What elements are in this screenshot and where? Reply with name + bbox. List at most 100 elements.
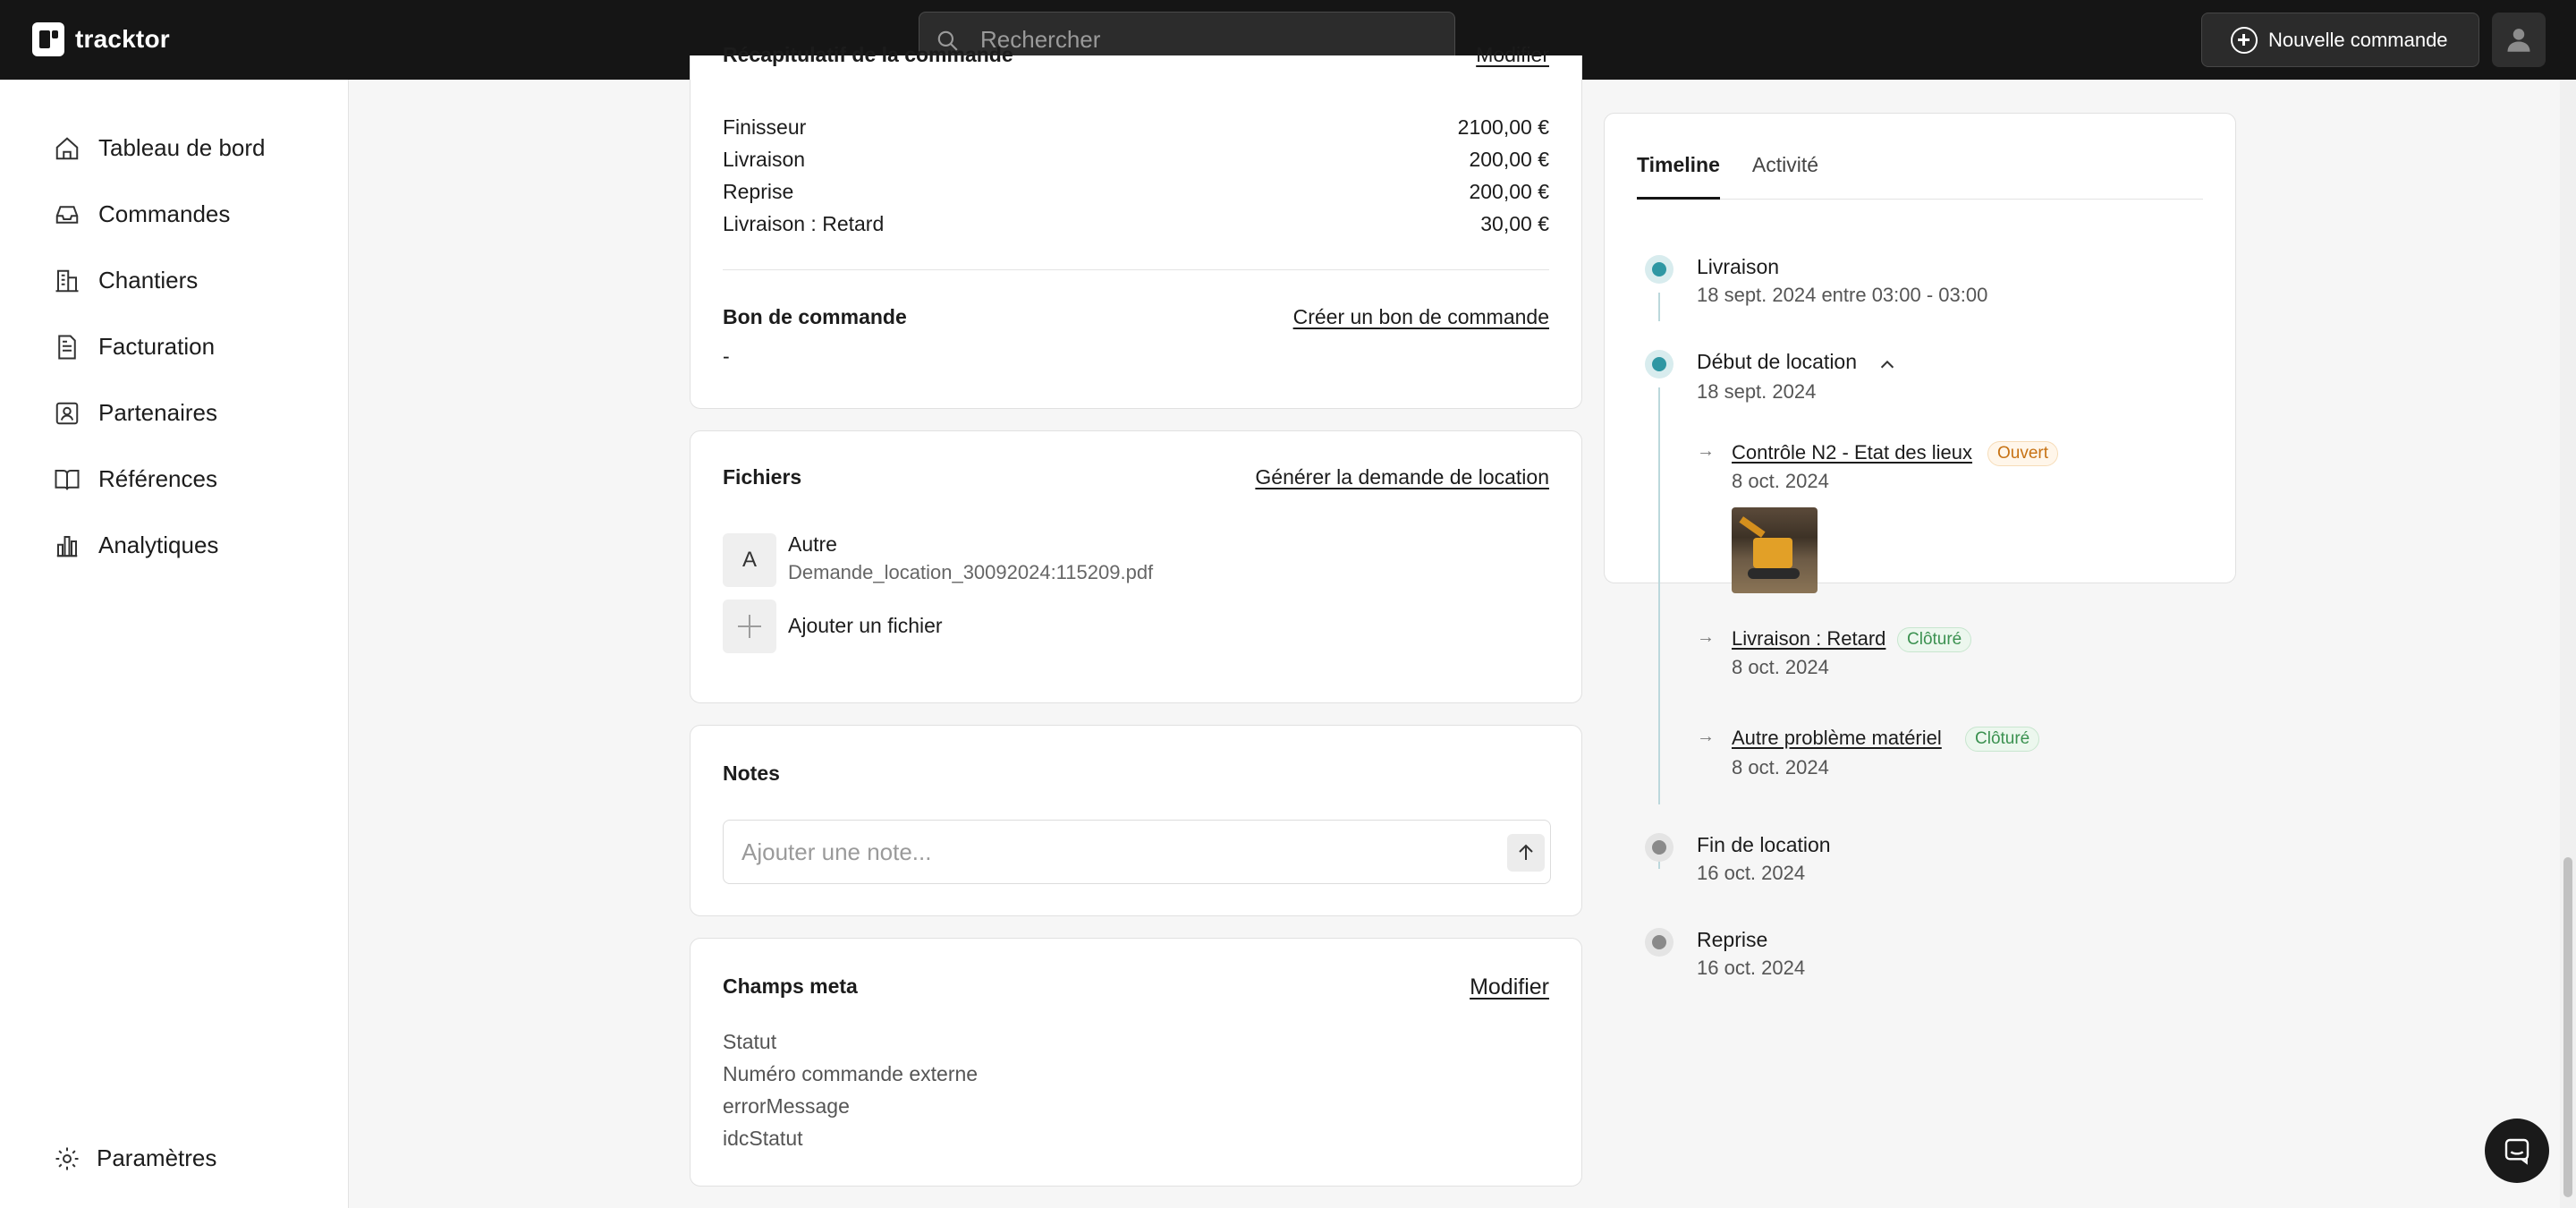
sub-event-link[interactable]: Livraison : Retard bbox=[1732, 627, 1885, 651]
generate-rental-request-link[interactable]: Générer la demande de location bbox=[1255, 465, 1549, 489]
event-title: Fin de location bbox=[1697, 833, 1831, 856]
sub-event-date: 8 oct. 2024 bbox=[1732, 756, 1829, 778]
summary-line-label: Livraison : Retard bbox=[723, 212, 885, 235]
inspection-photo[interactable] bbox=[1732, 507, 1818, 593]
event-date: 18 sept. 2024 bbox=[1697, 380, 1817, 403]
order-summary-title: Récapitulatif de la commande bbox=[723, 43, 1013, 66]
sidebar-item-references[interactable]: Références bbox=[54, 463, 265, 496]
timeline-dot bbox=[1645, 928, 1674, 957]
notes-header: Notes bbox=[723, 761, 1549, 786]
sidebar-item-billing[interactable]: Facturation bbox=[54, 330, 265, 363]
meta-field-label: errorMessage bbox=[723, 1094, 850, 1118]
meta-field: idcStatut bbox=[723, 1127, 1549, 1151]
inbox-icon bbox=[55, 205, 79, 224]
logo[interactable]: tracktor bbox=[32, 22, 170, 56]
chat-icon bbox=[2504, 1138, 2529, 1165]
sidebar-item-analytics[interactable]: Analytiques bbox=[54, 529, 265, 562]
purchase-order-header: Bon de commande Créer un bon de commande bbox=[723, 305, 1549, 329]
purchase-order-value: - bbox=[723, 345, 730, 368]
sidebar-nav: Tableau de bord Commandes Chantiers Fact… bbox=[54, 132, 265, 562]
files-header: Fichiers Générer la demande de location bbox=[723, 465, 1549, 489]
logo-icon bbox=[32, 22, 64, 56]
file-initial: A bbox=[741, 548, 757, 572]
sub-event-link[interactable]: Contrôle N2 - Etat des lieux bbox=[1732, 441, 1972, 464]
meta-field-label: Numéro commande externe bbox=[723, 1062, 979, 1085]
add-file-button[interactable] bbox=[723, 600, 776, 653]
meta-header: Champs meta Modifier bbox=[723, 974, 1549, 1000]
status-badge: Ouvert bbox=[1987, 441, 2059, 466]
plus-circle-icon bbox=[2231, 26, 2258, 54]
sidebar: Tableau de bord Commandes Chantiers Fact… bbox=[0, 80, 349, 1208]
summary-line-amount: 2100,00 € bbox=[1457, 115, 1549, 139]
event-title: Reprise bbox=[1697, 928, 1768, 951]
arrow-right-icon: → bbox=[1697, 727, 1715, 746]
purchase-order-value-row: - bbox=[723, 345, 1549, 369]
note-input[interactable] bbox=[741, 821, 1493, 883]
gear-icon bbox=[55, 1147, 79, 1170]
sidebar-item-sites[interactable]: Chantiers bbox=[54, 264, 265, 297]
add-file-label[interactable]: Ajouter un fichier bbox=[788, 614, 943, 638]
sidebar-item-label: Analytiques bbox=[98, 532, 219, 558]
summary-line-label: Reprise bbox=[723, 180, 794, 203]
divider bbox=[723, 269, 1549, 270]
summary-line: Reprise 200,00 € bbox=[723, 180, 1549, 204]
summary-line: Livraison : Retard 30,00 € bbox=[723, 212, 1549, 236]
sidebar-item-label: Références bbox=[98, 465, 217, 492]
send-note-button[interactable] bbox=[1507, 834, 1545, 872]
edit-summary-link[interactable]: Modifier bbox=[1476, 43, 1549, 70]
sub-event-link[interactable]: Autre problème matériel bbox=[1732, 727, 1942, 750]
file-type: Autre bbox=[788, 532, 837, 556]
event-title: Livraison bbox=[1697, 255, 1780, 278]
user-icon bbox=[2507, 29, 2530, 52]
summary-line-label: Finisseur bbox=[723, 115, 807, 139]
status-badge: Clôturé bbox=[1897, 627, 1972, 652]
edit-meta-link[interactable]: Modifier bbox=[1470, 974, 1549, 1000]
arrow-right-icon: → bbox=[1697, 627, 1715, 647]
meta-field: Numéro commande externe bbox=[723, 1062, 1549, 1086]
meta-fields-card: Champs meta Modifier Statut Numéro comma… bbox=[690, 938, 1582, 1187]
chart-icon bbox=[56, 535, 78, 557]
home-icon bbox=[55, 136, 79, 159]
arrow-up-icon bbox=[1519, 844, 1533, 860]
sub-event-date: 8 oct. 2024 bbox=[1732, 656, 1829, 678]
order-summary-header: Récapitulatif de la commande Modifier bbox=[723, 43, 1549, 70]
arrow-right-icon: → bbox=[1697, 441, 1715, 461]
chat-support-button[interactable] bbox=[2485, 1119, 2549, 1183]
plus-icon bbox=[738, 615, 761, 638]
notes-title: Notes bbox=[723, 761, 780, 785]
book-icon bbox=[55, 469, 80, 489]
building-icon bbox=[55, 269, 79, 292]
sidebar-item-settings[interactable]: Paramètres bbox=[54, 1144, 216, 1172]
sidebar-item-label: Partenaires bbox=[98, 399, 217, 426]
timeline-connector bbox=[1658, 293, 1660, 321]
chevron-up-icon[interactable] bbox=[1877, 355, 1897, 375]
note-input-box bbox=[723, 820, 1551, 884]
tab-activity[interactable]: Activité bbox=[1752, 153, 1818, 200]
summary-line-amount: 200,00 € bbox=[1469, 180, 1549, 203]
sidebar-item-label: Tableau de bord bbox=[98, 134, 266, 161]
summary-line: Livraison 200,00 € bbox=[723, 148, 1549, 172]
tab-timeline[interactable]: Timeline bbox=[1637, 153, 1720, 200]
profile-button[interactable] bbox=[2492, 13, 2546, 67]
summary-line-label: Livraison bbox=[723, 148, 806, 171]
sidebar-item-partners[interactable]: Partenaires bbox=[54, 396, 265, 430]
create-purchase-order-link[interactable]: Créer un bon de commande bbox=[1293, 305, 1549, 329]
event-date: 16 oct. 2024 bbox=[1697, 862, 1806, 884]
contact-icon bbox=[55, 402, 79, 424]
file-avatar: A bbox=[723, 533, 776, 587]
settings-label: Paramètres bbox=[97, 1144, 217, 1171]
meta-title: Champs meta bbox=[723, 974, 858, 998]
sidebar-item-dashboard[interactable]: Tableau de bord bbox=[54, 132, 265, 165]
new-order-button[interactable]: Nouvelle commande bbox=[2201, 13, 2479, 67]
page-scrollbar-thumb[interactable] bbox=[2563, 857, 2572, 1197]
photo-excavator-arm bbox=[1739, 516, 1766, 538]
sub-event-date: 8 oct. 2024 bbox=[1732, 470, 1829, 492]
sidebar-item-orders[interactable]: Commandes bbox=[54, 198, 265, 231]
meta-field: errorMessage bbox=[723, 1094, 1549, 1119]
file-name-link[interactable]: Demande_location_30092024:115209.pdf bbox=[788, 561, 1153, 584]
app-name: tracktor bbox=[75, 25, 170, 53]
event-date: 18 sept. 2024 entre 03:00 - 03:00 bbox=[1697, 284, 1988, 306]
timeline-connector bbox=[1658, 387, 1660, 804]
timeline-dot bbox=[1645, 833, 1674, 862]
timeline-dot bbox=[1645, 255, 1674, 284]
